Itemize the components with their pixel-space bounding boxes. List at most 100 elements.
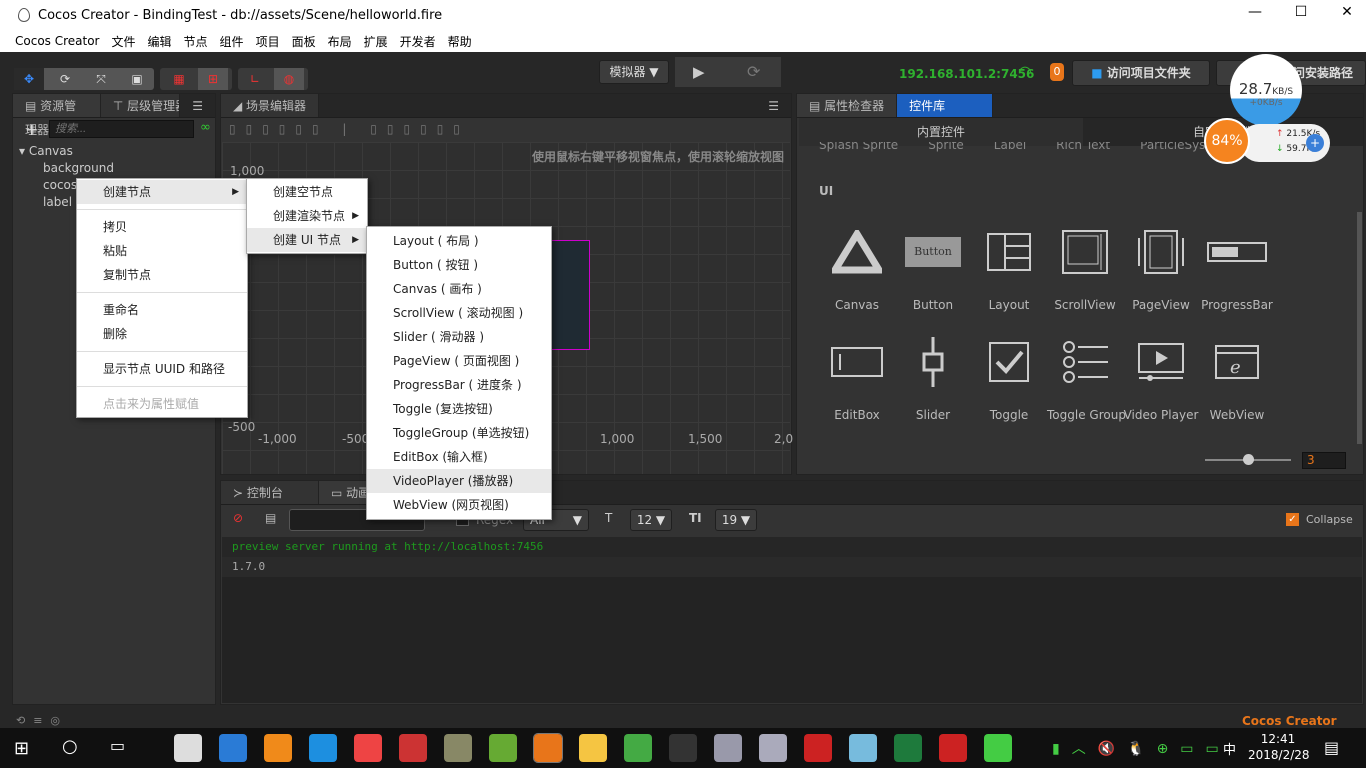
- widget-toggle[interactable]: Toggle: [971, 336, 1047, 422]
- menu-6[interactable]: 面板: [292, 33, 316, 50]
- menu-item-ui[interactable]: Toggle (复选按钮): [367, 397, 551, 421]
- menu-0[interactable]: Cocos Creator: [15, 34, 100, 48]
- collapse-checkbox[interactable]: ✓: [1286, 513, 1299, 526]
- chrome-icon[interactable]: [354, 734, 382, 762]
- tab-hierarchy[interactable]: ⊤ 层级管理器: [100, 94, 181, 117]
- widget-layout[interactable]: Layout: [971, 226, 1047, 312]
- app-icon[interactable]: [309, 734, 337, 762]
- terminal-icon[interactable]: [669, 734, 697, 762]
- menu-item-ui[interactable]: PageView ( 页面视图 ): [367, 349, 551, 373]
- explorer-icon[interactable]: [579, 734, 607, 762]
- status-icons[interactable]: ⟲≡◎: [16, 714, 68, 727]
- widget-pageview[interactable]: PageView: [1123, 226, 1199, 312]
- cocos-app-icon[interactable]: [174, 734, 202, 762]
- minimize-button[interactable]: —: [1232, 4, 1278, 26]
- network-speed-widget[interactable]: 28.7KB/S +0KB/s: [1230, 54, 1302, 126]
- tree-item-background[interactable]: background: [43, 161, 114, 175]
- filezilla-icon[interactable]: [804, 734, 832, 762]
- maximize-button[interactable]: ☐: [1278, 4, 1324, 26]
- menu-item-create-ui[interactable]: 创建 UI 节点 ▶: [247, 228, 367, 252]
- tree-item-cocos[interactable]: cocos: [43, 178, 77, 192]
- scrollbar[interactable]: [1357, 212, 1362, 444]
- menu-5[interactable]: 项目: [256, 33, 280, 50]
- app-icon[interactable]: [624, 734, 652, 762]
- tab-inspector[interactable]: ▤ 属性检查器: [797, 94, 898, 117]
- rect-tool-icon[interactable]: ▣: [122, 68, 152, 90]
- widget-slider[interactable]: Slider: [895, 336, 971, 422]
- panel-menu-icon[interactable]: ☰: [180, 94, 215, 117]
- widget-progressbar[interactable]: ProgressBar: [1199, 226, 1275, 312]
- android-icon[interactable]: [489, 734, 517, 762]
- menu-item-ui[interactable]: Button ( 按钮 ): [367, 253, 551, 277]
- task-view-icon[interactable]: ▭: [110, 736, 125, 755]
- cpu-usage-badge[interactable]: 84%: [1204, 118, 1250, 164]
- tree-item-canvas[interactable]: ▾ Canvas: [19, 144, 73, 158]
- tab-scene[interactable]: ◢ 场景编辑器: [221, 94, 320, 117]
- local-icon[interactable]: ∟: [240, 68, 270, 90]
- add-node-icon[interactable]: +: [25, 120, 38, 139]
- menu-10[interactable]: 帮助: [448, 33, 472, 50]
- server-ip[interactable]: 192.168.101.2:7456: [899, 67, 1034, 81]
- context-menu-item[interactable]: 显示节点 UUID 和路径: [77, 357, 247, 381]
- menu-item-create-render[interactable]: 创建渲染节点 ▶: [247, 204, 367, 228]
- tab-widget-library[interactable]: 控件库: [897, 94, 994, 117]
- global-icon[interactable]: ◍: [274, 68, 304, 90]
- vscode-icon[interactable]: [219, 734, 247, 762]
- menu-3[interactable]: 节点: [184, 33, 208, 50]
- rotate-tool-icon[interactable]: ⟳: [50, 68, 80, 90]
- menu-item-ui[interactable]: Slider ( 滑动器 ): [367, 325, 551, 349]
- app-icon[interactable]: [444, 734, 472, 762]
- sublime-icon[interactable]: [264, 734, 292, 762]
- app-icon[interactable]: [714, 734, 742, 762]
- context-menu-item[interactable]: 创建节点 ▶: [77, 180, 247, 204]
- widget-button[interactable]: Button Button: [895, 226, 971, 312]
- menu-item-ui[interactable]: ToggleGroup (单选按钮): [367, 421, 551, 445]
- tree-item-label[interactable]: label: [43, 195, 72, 209]
- open-project-folder-button[interactable]: ■ 访问项目文件夹: [1072, 60, 1210, 86]
- link-icon[interactable]: ∞: [200, 120, 211, 135]
- widget-video-player[interactable]: Video Player: [1123, 336, 1199, 422]
- menu-item-ui[interactable]: EditBox (输入框): [367, 445, 551, 469]
- widget-editbox[interactable]: EditBox: [819, 336, 895, 422]
- open-log-icon[interactable]: ▤: [265, 511, 276, 525]
- excel-icon[interactable]: [894, 734, 922, 762]
- menu-9[interactable]: 开发者: [400, 33, 436, 50]
- scale-tool-icon[interactable]: ⤧: [86, 68, 116, 90]
- menu-item-ui[interactable]: Canvas ( 画布 ): [367, 277, 551, 301]
- zoom-slider-thumb[interactable]: [1243, 454, 1254, 465]
- widget-canvas[interactable]: Canvas: [819, 226, 895, 312]
- widget-toggle-group[interactable]: Toggle Group: [1047, 336, 1126, 422]
- close-button[interactable]: ✕: [1324, 4, 1366, 26]
- search-input[interactable]: [49, 120, 194, 138]
- move-tool-icon[interactable]: ✥: [14, 68, 44, 90]
- menu-2[interactable]: 编辑: [148, 33, 172, 50]
- menu-item-create-empty[interactable]: 创建空节点: [247, 180, 367, 204]
- tab-console[interactable]: ≻ 控制台: [221, 481, 319, 504]
- play-icon[interactable]: ▶: [693, 63, 705, 81]
- app-icon[interactable]: [399, 734, 427, 762]
- menu-1[interactable]: 文件: [112, 33, 136, 50]
- menu-item-ui[interactable]: ScrollView ( 滚动视图 ): [367, 301, 551, 325]
- center-icon[interactable]: ⊞: [198, 68, 228, 90]
- notifications-icon[interactable]: ▤: [1324, 738, 1339, 757]
- menu-item-ui[interactable]: ProgressBar ( 进度条 ): [367, 373, 551, 397]
- context-menu-item[interactable]: 粘贴: [77, 239, 247, 263]
- tab-assets[interactable]: ▤ 资源管理器: [13, 94, 101, 137]
- add-icon[interactable]: +: [1306, 134, 1324, 152]
- align-tools[interactable]: ▯▯▯▯▯▯ | ▯▯▯▯▯▯: [229, 122, 470, 136]
- app-icon[interactable]: [533, 733, 563, 763]
- menu-4[interactable]: 组件: [220, 33, 244, 50]
- font-size-select[interactable]: 12 ▼: [630, 509, 672, 531]
- ime-indicator[interactable]: 中: [1223, 739, 1236, 758]
- menu-item-ui[interactable]: VideoPlayer (播放器): [367, 469, 551, 493]
- app-icon[interactable]: [939, 734, 967, 762]
- context-menu-item[interactable]: 重命名: [77, 298, 247, 322]
- context-menu-item[interactable]: 删除: [77, 322, 247, 346]
- simulator-select[interactable]: 模拟器 ▼: [599, 60, 669, 84]
- clock[interactable]: 12:41 2018/2/28: [1248, 732, 1310, 762]
- zoom-input[interactable]: 3: [1302, 452, 1346, 469]
- search-icon[interactable]: ○: [62, 736, 78, 757]
- menu-8[interactable]: 扩展: [364, 33, 388, 50]
- widget-webview[interactable]: e WebView: [1199, 336, 1275, 422]
- widget-scrollview[interactable]: ScrollView: [1047, 226, 1123, 312]
